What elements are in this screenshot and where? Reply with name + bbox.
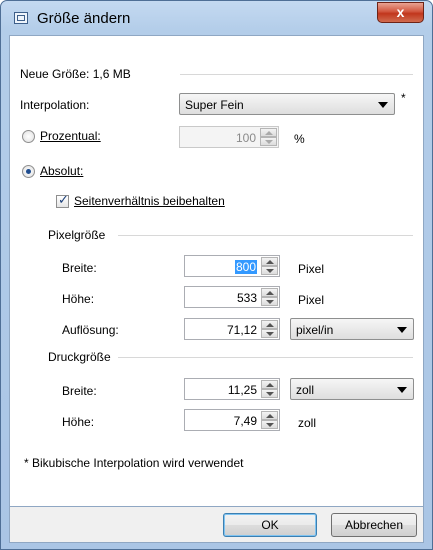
title-bar[interactable]: Größe ändern x (1, 1, 432, 35)
print-height-label: Höhe: (62, 415, 95, 429)
pixel-size-title: Pixelgröße (48, 228, 106, 242)
button-bar: OK Abbrechen (9, 507, 424, 543)
new-size-text: Neue Größe: 1,6 MB (20, 67, 131, 81)
spin-up-icon[interactable] (261, 288, 278, 297)
footnote-text: * Bikubische Interpolation wird verwende… (24, 456, 244, 470)
spin-up-icon[interactable] (261, 411, 278, 420)
keep-ratio-checkbox[interactable] (56, 193, 69, 208)
print-height-value: 7,49 (233, 414, 257, 428)
window-title: Größe ändern (37, 10, 131, 27)
chevron-down-icon (397, 387, 407, 393)
print-width-value: 11,25 (227, 383, 257, 397)
pixel-height-input[interactable]: 533 (184, 286, 280, 308)
percent-value: 100 (235, 131, 256, 145)
keep-ratio-label[interactable]: Seitenverhältnis beibehalten (74, 194, 225, 208)
absolute-label[interactable]: Absolut: (40, 164, 83, 178)
percent-label[interactable]: Prozentual: (40, 129, 101, 143)
pixel-height-label: Höhe: (62, 292, 95, 306)
resolution-label: Auflösung: (62, 323, 119, 337)
spin-down-icon[interactable] (261, 420, 278, 429)
spin-up-icon[interactable] (261, 380, 278, 389)
chevron-down-icon (397, 327, 407, 333)
absolute-radio[interactable] (22, 165, 35, 178)
separator (118, 357, 413, 358)
separator (118, 235, 413, 236)
pixel-height-value: 533 (236, 291, 257, 305)
chevron-down-icon (378, 102, 388, 108)
resolution-input[interactable]: 71,12 (184, 318, 280, 340)
print-height-input[interactable]: 7,49 (184, 409, 280, 431)
pixel-width-input[interactable]: 800 (184, 255, 280, 277)
resize-dialog: Größe ändern x Neue Größe: 1,6 MB Interp… (0, 0, 433, 550)
window-icon (14, 12, 28, 24)
spin-up-icon[interactable] (260, 128, 277, 137)
separator (180, 74, 413, 75)
spin-down-icon[interactable] (261, 297, 278, 306)
percent-radio[interactable] (22, 130, 35, 143)
print-size-title: Druckgröße (48, 350, 111, 364)
interpolation-marker: * (401, 91, 406, 105)
interpolation-label: Interpolation: (20, 98, 90, 112)
percent-unit: % (294, 132, 305, 146)
resolution-unit-select[interactable]: pixel/in (290, 318, 414, 340)
resolution-unit-value: pixel/in (296, 323, 334, 337)
spin-up-icon[interactable] (261, 257, 278, 266)
cancel-button[interactable]: Abbrechen (331, 513, 417, 537)
print-unit-value: zoll (296, 383, 315, 397)
spin-down-icon[interactable] (261, 389, 278, 398)
interpolation-select[interactable]: Super Fein (179, 93, 395, 115)
print-width-input[interactable]: 11,25 (184, 378, 280, 400)
spin-up-icon[interactable] (261, 320, 278, 329)
pixel-width-label: Breite: (62, 261, 97, 275)
pixel-width-unit: Pixel (298, 262, 325, 276)
ok-button[interactable]: OK (223, 513, 317, 537)
spin-down-icon[interactable] (261, 266, 278, 275)
dialog-body: Neue Größe: 1,6 MB Interpolation: Super … (9, 35, 424, 507)
pixel-width-value: 800 (234, 260, 257, 274)
spin-down-icon[interactable] (261, 329, 278, 338)
resolution-value: 71,12 (226, 323, 257, 337)
print-height-unit: zoll (298, 416, 317, 430)
close-button[interactable]: x (377, 2, 424, 23)
print-width-label: Breite: (62, 384, 97, 398)
spin-down-icon[interactable] (260, 137, 277, 146)
interpolation-value: Super Fein (185, 98, 244, 112)
print-unit-select[interactable]: zoll (290, 378, 414, 400)
pixel-height-unit: Pixel (298, 293, 325, 307)
percent-input[interactable]: 100 (179, 126, 279, 148)
